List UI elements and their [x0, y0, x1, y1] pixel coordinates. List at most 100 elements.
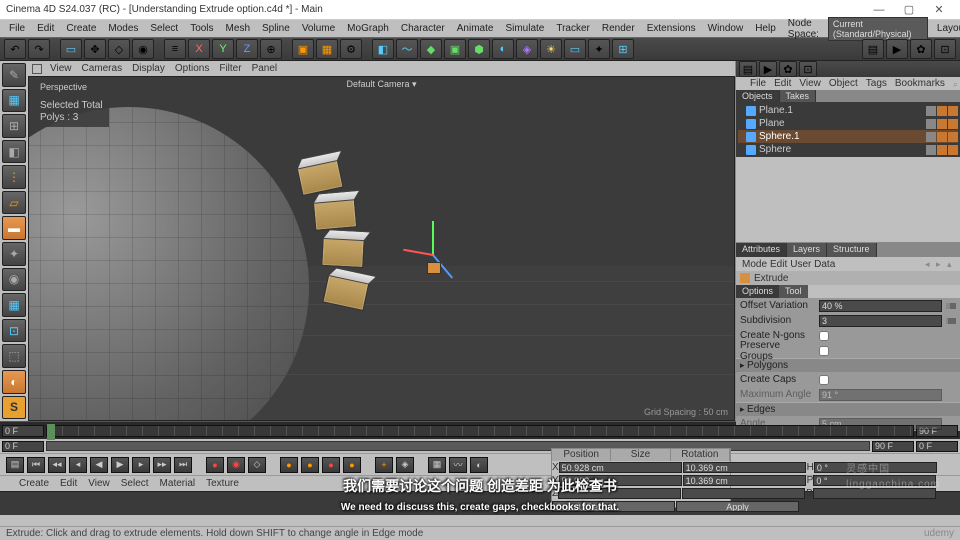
polygon-mode[interactable]: ▬ — [2, 216, 26, 240]
make-editable[interactable]: ✎ — [2, 63, 26, 87]
mgr-icon[interactable]: ⊡ — [799, 61, 817, 77]
dope-icon[interactable]: ▦ — [428, 457, 446, 473]
texture-mode[interactable]: ⊞ — [2, 114, 26, 138]
search-icon[interactable]: ⌕ — [950, 79, 960, 89]
caps-checkbox[interactable] — [819, 375, 829, 385]
keyframe-sel[interactable]: ◇ — [248, 457, 266, 473]
vp-menu-options[interactable]: Options — [171, 63, 213, 74]
key-param[interactable]: ● — [343, 457, 361, 473]
object-row[interactable]: Sphere — [738, 143, 958, 156]
next-frame[interactable]: ▸ — [132, 457, 150, 473]
tab-objects[interactable]: Objects — [736, 90, 780, 102]
nodespace-dropdown[interactable]: Current (Standard/Physical) — [828, 17, 928, 41]
gizmo-y-axis[interactable] — [432, 221, 434, 255]
viewport-solo[interactable]: ◉ — [2, 268, 26, 292]
object-row[interactable]: Sphere.1 — [738, 130, 958, 143]
tab-attributes[interactable]: Attributes — [736, 243, 787, 257]
vp-menu-display[interactable]: Display — [128, 63, 169, 74]
record-key[interactable]: ● — [206, 457, 224, 473]
nav-back-icon[interactable]: ◂ — [925, 259, 935, 269]
tag-btn[interactable]: ⊞ — [612, 39, 634, 59]
select-tool[interactable]: ▭ — [60, 39, 82, 59]
undo-button[interactable]: ↶ — [4, 39, 26, 59]
nav-up-icon[interactable]: ▴ — [947, 259, 957, 269]
axis-y[interactable]: Y — [212, 39, 234, 59]
cube-primitive[interactable]: ◧ — [372, 39, 394, 59]
scale-tool[interactable]: ◇ — [108, 39, 130, 59]
menu-mograph[interactable]: MoGraph — [342, 22, 394, 35]
next-key[interactable]: ▸▸ — [153, 457, 171, 473]
render-settings[interactable]: ⚙ — [340, 39, 362, 59]
tab-structure[interactable]: Structure — [827, 243, 877, 257]
subdiv-slider[interactable] — [946, 318, 956, 324]
menu-tracker[interactable]: Tracker — [551, 22, 595, 35]
redo-button[interactable]: ↷ — [28, 39, 50, 59]
manager-icon[interactable]: ⊡ — [934, 39, 956, 59]
soft-select[interactable]: ◐ — [2, 370, 26, 394]
key-rot[interactable]: ● — [322, 457, 340, 473]
preserve-checkbox[interactable] — [819, 346, 829, 356]
move-tool[interactable]: ✥ — [84, 39, 106, 59]
workplane[interactable]: ⬚ — [2, 344, 26, 368]
gear2-icon[interactable]: ✿ — [779, 61, 797, 77]
point-mode[interactable]: ⋮ — [2, 165, 26, 189]
om-view[interactable]: View — [796, 78, 824, 89]
polygons-section[interactable]: ▸ Polygons — [736, 358, 960, 372]
object-list[interactable]: Plane.1 Plane Sphere.1 Sphere — [736, 102, 960, 157]
menu-window[interactable]: Window — [703, 22, 749, 35]
cloner[interactable]: ⬢ — [468, 39, 490, 59]
light-obj[interactable]: ✦ — [588, 39, 610, 59]
menu-mesh[interactable]: Mesh — [221, 22, 255, 35]
vp-menu-cameras[interactable]: Cameras — [78, 63, 127, 74]
menu-help[interactable]: Help — [750, 22, 781, 35]
model-mode[interactable]: ▦ — [2, 89, 26, 113]
goto-start[interactable]: ⏮ — [27, 457, 45, 473]
om-bookmarks[interactable]: Bookmarks — [892, 78, 948, 89]
play2-icon[interactable]: ▶ — [759, 61, 777, 77]
menu-edit[interactable]: Edit — [32, 22, 59, 35]
spline-primitive[interactable]: 〜 — [396, 39, 418, 59]
menu-select[interactable]: Select — [145, 22, 183, 35]
subdiv-input[interactable] — [819, 315, 942, 327]
om-file[interactable]: File — [747, 78, 769, 89]
play-icon[interactable]: ▶ — [886, 39, 908, 59]
symmetry[interactable]: S — [2, 396, 26, 420]
edge-mode[interactable]: ▱ — [2, 191, 26, 215]
offset-var-slider[interactable] — [946, 303, 956, 309]
menu-file[interactable]: File — [4, 22, 30, 35]
frame-start[interactable] — [2, 425, 44, 437]
workplane-mode[interactable]: ◧ — [2, 140, 26, 164]
om-tags[interactable]: Tags — [863, 78, 890, 89]
prev-key[interactable]: ◂◂ — [48, 457, 66, 473]
om-edit[interactable]: Edit — [771, 78, 794, 89]
generator[interactable]: ◆ — [420, 39, 442, 59]
attr-mode[interactable]: Mode — [742, 259, 767, 270]
coord-system[interactable]: ⊕ — [260, 39, 282, 59]
tab-takes[interactable]: Takes — [780, 90, 817, 102]
axis-mode[interactable]: ✦ — [2, 242, 26, 266]
key-pla[interactable]: + — [375, 457, 393, 473]
render-region[interactable]: ▦ — [316, 39, 338, 59]
menu-animate[interactable]: Animate — [452, 22, 499, 35]
menu-extensions[interactable]: Extensions — [642, 22, 701, 35]
timeline-ruler[interactable] — [0, 421, 960, 439]
axis-x[interactable]: X — [188, 39, 210, 59]
key-pos[interactable]: ● — [280, 457, 298, 473]
play-fwd[interactable]: ▶ — [111, 457, 129, 473]
pos-x[interactable] — [559, 462, 682, 473]
menu-modes[interactable]: Modes — [103, 22, 143, 35]
generator2[interactable]: ▣ — [444, 39, 466, 59]
attr-edit[interactable]: Edit — [770, 259, 787, 270]
camera-obj[interactable]: ▭ — [564, 39, 586, 59]
om-object[interactable]: Object — [826, 78, 861, 89]
tab-options[interactable]: Options — [736, 285, 779, 298]
deformer[interactable]: ◈ — [516, 39, 538, 59]
timeline-icon[interactable]: ▤ — [6, 457, 24, 473]
vp-menu-view[interactable]: View — [46, 63, 76, 74]
rotate-tool[interactable]: ◉ — [132, 39, 154, 59]
gizmo-x-axis[interactable] — [403, 249, 433, 256]
motion-icon[interactable]: ◐ — [470, 457, 488, 473]
axis-z[interactable]: Z — [236, 39, 258, 59]
vp-menu-panel[interactable]: Panel — [248, 63, 282, 74]
menu-create[interactable]: Create — [61, 22, 101, 35]
